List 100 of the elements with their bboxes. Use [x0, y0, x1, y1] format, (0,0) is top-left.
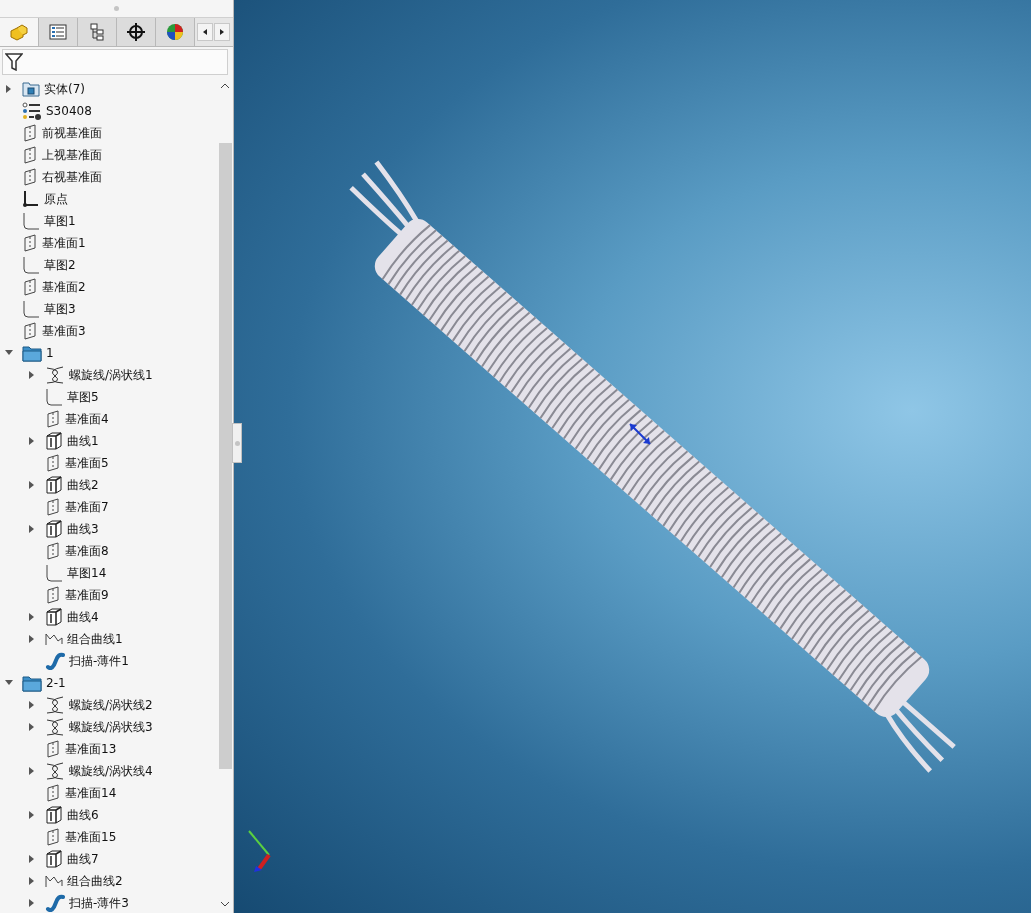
tree-item-label[interactable]: 前视基准面 [42, 124, 102, 142]
tree-item-label[interactable]: 基准面2 [42, 278, 86, 296]
expand-arrow-icon[interactable] [29, 811, 35, 819]
tree-item-label[interactable]: 上视基准面 [42, 146, 102, 164]
tree-item-label[interactable]: 基准面9 [65, 586, 109, 604]
expand-arrow-icon[interactable] [29, 481, 35, 489]
expand-arrow-icon[interactable] [29, 855, 35, 863]
filter-icon [5, 53, 23, 71]
tree-item-label[interactable]: 基准面7 [65, 498, 109, 516]
tree-item-label[interactable]: 基准面4 [65, 410, 109, 428]
plane-icon [45, 542, 61, 560]
expand-arrow-icon[interactable] [29, 877, 35, 885]
tree-item-label[interactable]: S30408 [46, 104, 92, 118]
tree-item-label[interactable]: 右视基准面 [42, 168, 102, 186]
tree-item-label[interactable]: 2-1 [46, 676, 66, 690]
composite-curve-icon [45, 631, 63, 647]
helix-icon [45, 762, 65, 780]
tree-item-label[interactable]: 草图3 [44, 300, 76, 318]
expand-arrow-icon[interactable] [29, 635, 35, 643]
panel-splitter-handle[interactable] [232, 423, 242, 463]
cube-curve-icon [45, 476, 63, 494]
tree-item-label[interactable]: 基准面3 [42, 322, 86, 340]
sweep-icon [45, 652, 65, 670]
tree-item-label[interactable]: 草图2 [44, 256, 76, 274]
expand-arrow-icon[interactable] [6, 85, 12, 93]
tree-item-label[interactable]: 1 [46, 346, 54, 360]
right-arrow-icon [220, 29, 224, 35]
tree-item-label[interactable]: 组合曲线2 [67, 872, 123, 890]
plane-icon [22, 168, 38, 186]
expand-arrow-icon[interactable] [29, 613, 35, 621]
tree-item-label[interactable]: 螺旋线/涡状线4 [69, 762, 153, 780]
expand-arrow-icon[interactable] [29, 437, 35, 445]
color-ball-icon [166, 23, 184, 41]
tree-item-label[interactable]: 曲线6 [67, 806, 99, 824]
model-viewport[interactable] [234, 0, 1031, 913]
scroll-down-icon[interactable] [221, 902, 229, 907]
helix-icon [45, 696, 65, 714]
expand-arrow-icon[interactable] [29, 767, 35, 775]
plane-icon [22, 124, 38, 142]
left-arrow-icon [203, 29, 207, 35]
collapse-arrow-icon[interactable] [5, 350, 13, 356]
tree-item-label[interactable]: 实体(7) [44, 80, 85, 98]
sketch-icon [22, 212, 40, 230]
expand-arrow-icon[interactable] [29, 899, 35, 907]
helix-icon [45, 366, 65, 384]
helix-icon [45, 718, 65, 736]
sketch-icon [45, 388, 63, 406]
folder-icon [22, 344, 42, 362]
tree-item-label[interactable]: 螺旋线/涡状线2 [69, 696, 153, 714]
tree-item-label[interactable]: 曲线1 [67, 432, 99, 450]
tree-item-label[interactable]: 基准面1 [42, 234, 86, 252]
plane-icon [22, 322, 38, 340]
cube-curve-icon [45, 806, 63, 824]
plane-icon [45, 586, 61, 604]
tree-item-label[interactable]: 扫描-薄件3 [69, 894, 129, 912]
tree-item-label[interactable]: 螺旋线/涡状线3 [69, 718, 153, 736]
plane-icon [45, 454, 61, 472]
tree-item-label[interactable]: 曲线7 [67, 850, 99, 868]
tree-item-label[interactable]: 原点 [44, 190, 68, 208]
plane-icon [45, 828, 61, 846]
axis-triad-icon [248, 830, 271, 872]
plane-icon [22, 234, 38, 252]
expand-arrow-icon[interactable] [29, 723, 35, 731]
tree-item-label[interactable]: 草图5 [67, 388, 99, 406]
sketch-icon [22, 300, 40, 318]
scroll-thumb[interactable] [218, 143, 232, 769]
tree-item-label[interactable]: 组合曲线1 [67, 630, 123, 648]
sketch-icon [45, 564, 63, 582]
tree-item-label[interactable]: 基准面5 [65, 454, 109, 472]
grip-dot[interactable] [114, 6, 119, 11]
tree-item-label[interactable]: 基准面14 [65, 784, 117, 802]
sketch-icon [22, 256, 40, 274]
expand-arrow-icon[interactable] [29, 701, 35, 709]
tree-item-label[interactable]: 曲线3 [67, 520, 99, 538]
tree-item-label[interactable]: 曲线4 [67, 608, 99, 626]
tree-item-label[interactable]: 曲线2 [67, 476, 99, 494]
plane-icon [45, 784, 61, 802]
tree-item-label[interactable]: 螺旋线/涡状线1 [69, 366, 153, 384]
sweep-icon [45, 894, 65, 912]
expand-arrow-icon[interactable] [29, 525, 35, 533]
collapse-arrow-icon[interactable] [5, 680, 13, 686]
crosshair-icon [127, 23, 145, 41]
tree-item-label[interactable]: 草图14 [67, 564, 107, 582]
tree-item-label[interactable]: 草图1 [44, 212, 76, 230]
expand-arrow-icon[interactable] [29, 371, 35, 379]
dimension-arrow-icon [629, 423, 651, 445]
tree-item-label[interactable]: 基准面8 [65, 542, 109, 560]
folder-icon [22, 81, 40, 97]
tree-item-label[interactable]: 扫描-薄件1 [69, 652, 129, 670]
scroll-right-button[interactable] [214, 23, 230, 41]
material-list-icon [22, 102, 42, 120]
scroll-up-icon[interactable] [221, 83, 229, 88]
tree-item-label[interactable]: 基准面15 [65, 828, 117, 846]
cube-curve-icon [45, 520, 63, 538]
panel-tab[interactable] [117, 18, 156, 46]
scroll-left-button[interactable] [197, 23, 213, 41]
origin-icon [22, 190, 40, 208]
part-icon [9, 23, 29, 41]
tree-item-label[interactable]: 基准面13 [65, 740, 117, 758]
filter-field[interactable] [2, 49, 228, 75]
